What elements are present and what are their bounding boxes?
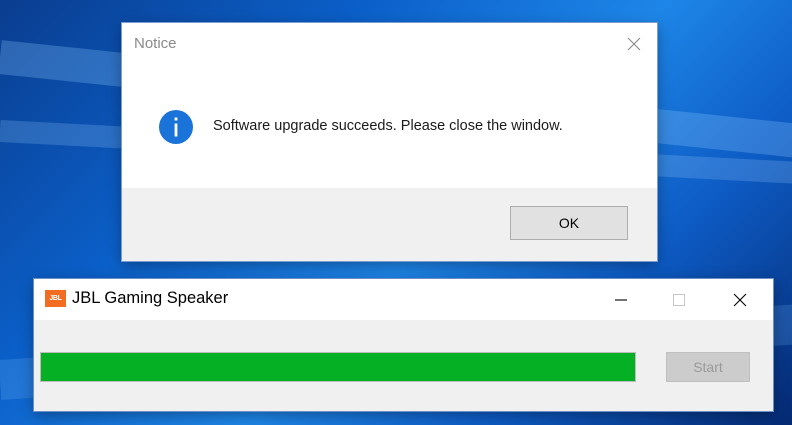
dialog-message: Software upgrade succeeds. Please close … (213, 118, 563, 134)
dialog-footer: OK (122, 188, 657, 261)
jbl-app-window: JBL JBL Gaming Speaker Start (34, 279, 773, 411)
jbl-logo-icon: JBL (45, 290, 66, 307)
dialog-titlebar[interactable]: Notice (122, 23, 657, 65)
info-icon (159, 110, 193, 144)
upgrade-progress-bar (40, 352, 636, 382)
dialog-close-button[interactable] (611, 23, 657, 65)
minimize-icon (615, 298, 627, 301)
maximize-icon (673, 293, 685, 306)
close-button[interactable] (717, 279, 763, 320)
ok-button[interactable]: OK (510, 206, 628, 240)
notice-dialog: Notice Software upgrade succeeds. Please… (122, 23, 657, 261)
progress-fill (41, 353, 635, 381)
app-title: JBL Gaming Speaker (72, 289, 229, 307)
dialog-title: Notice (134, 35, 177, 52)
close-icon (627, 37, 641, 51)
minimize-button[interactable] (598, 279, 644, 320)
app-client-area: Start (34, 320, 773, 411)
app-titlebar[interactable]: JBL JBL Gaming Speaker (34, 279, 773, 320)
dialog-body: Software upgrade succeeds. Please close … (122, 65, 657, 188)
maximize-button[interactable] (656, 279, 702, 320)
close-icon (733, 293, 747, 306)
start-button[interactable]: Start (666, 352, 750, 382)
desktop-background: Notice Software upgrade succeeds. Please… (0, 0, 792, 425)
